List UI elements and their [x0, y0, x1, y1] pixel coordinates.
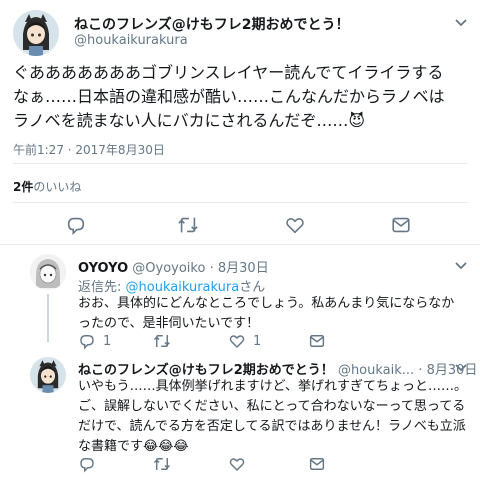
separator: ·: [209, 261, 214, 276]
reply-icon: [80, 335, 94, 350]
avatar[interactable]: [13, 10, 59, 56]
likes-label: のいいね: [33, 180, 82, 194]
reply-text: いやもう……具体例挙げれますけど、挙げれすぎてちょっと……。ご、誤解しないでくだ…: [78, 379, 467, 454]
date[interactable]: 8月30日: [427, 363, 478, 378]
divider: [0, 244, 480, 245]
display-name[interactable]: ねこのフレンズ@けもフレ2期おめでとう！: [78, 363, 334, 378]
dm-icon: [309, 335, 325, 347]
avatar-image: [13, 10, 59, 56]
separator: ·: [418, 363, 423, 378]
display-name[interactable]: ねこのフレンズ@けもフレ2期おめでとう！: [74, 14, 349, 34]
reply-header: OYOYO @Oyoyoiko · 8月30日: [78, 257, 269, 276]
replying-to-label: 返信先:: [78, 280, 126, 295]
dm-button[interactable]: [308, 332, 326, 350]
chevron-down-icon[interactable]: [454, 363, 468, 373]
like-button[interactable]: 1: [228, 332, 261, 350]
divider: [13, 202, 468, 203]
date[interactable]: 8月30日: [218, 261, 269, 276]
retweet-button[interactable]: [152, 332, 172, 350]
likes-summary[interactable]: 2件のいいね: [13, 178, 81, 195]
reply-button[interactable]: [65, 214, 87, 236]
replying-to: 返信先: @houkaikurakuraさん: [78, 276, 265, 295]
chevron-down-icon[interactable]: [454, 261, 468, 271]
dm-icon: [392, 217, 410, 233]
thread-line: [47, 294, 49, 342]
replying-to-suffix: さん: [239, 280, 266, 295]
reply-icon: [80, 458, 94, 473]
retweet-icon: [178, 217, 198, 233]
handle[interactable]: @Oyoyoiko: [132, 261, 205, 276]
avatar[interactable]: [30, 357, 66, 393]
mention-link[interactable]: @houkaikurakura: [126, 280, 240, 295]
like-icon: [229, 335, 245, 349]
like-button[interactable]: [228, 455, 246, 473]
avatar-image: [30, 357, 66, 393]
chevron-down-icon[interactable]: [454, 18, 468, 28]
handle[interactable]: @houkaik...: [338, 363, 414, 378]
like-button[interactable]: [284, 214, 306, 236]
retweet-icon: [153, 335, 171, 347]
like-icon: [286, 218, 304, 234]
like-count: 1: [253, 333, 262, 349]
handle[interactable]: @houkaikurakura: [74, 33, 188, 48]
divider: [13, 163, 468, 164]
dm-button[interactable]: [308, 455, 326, 473]
reply-button[interactable]: 1: [78, 332, 111, 350]
reply-button[interactable]: [78, 455, 96, 473]
tweet-text: ぐあああああああゴブリンスレイヤー読んでてイライラするなぁ……日本語の違和感が酷…: [13, 63, 445, 130]
like-icon: [229, 458, 245, 472]
avatar-image: [30, 254, 66, 290]
retweet-icon: [153, 458, 171, 470]
display-name[interactable]: OYOYO: [78, 261, 128, 276]
retweet-button[interactable]: [152, 455, 172, 473]
retweet-button[interactable]: [176, 214, 200, 236]
reply-icon: [67, 217, 85, 236]
reply-count: 1: [103, 333, 112, 349]
reply-header: ねこのフレンズ@けもフレ2期おめでとう！ @houkaik... · 8月30日: [78, 359, 477, 378]
avatar[interactable]: [30, 254, 66, 290]
reply-text: おお、具体的にどんなところでしょう。私あんまり気にならなかったので、是非伺いたい…: [78, 296, 455, 331]
likes-count: 2件: [13, 180, 34, 194]
dm-button[interactable]: [390, 214, 412, 236]
dm-icon: [309, 458, 325, 470]
timestamp[interactable]: 午前1:27 · 2017年8月30日: [13, 141, 165, 158]
